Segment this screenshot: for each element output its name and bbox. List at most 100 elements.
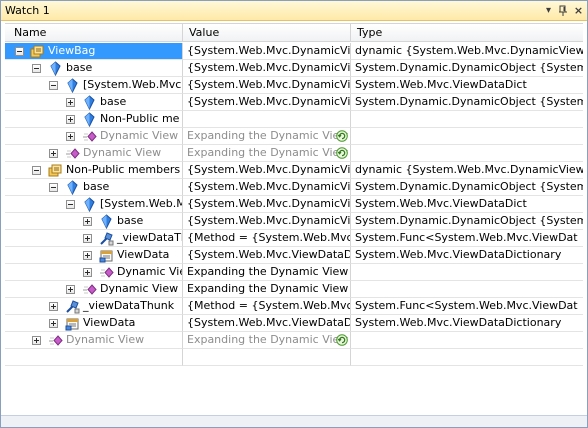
watch-row[interactable]: ViewData {System.Web.Mvc.ViewDataDic Sys…: [5, 315, 583, 332]
row-name: Non-Public me: [100, 112, 180, 125]
type-cell: System.Web.Mvc.ViewDataDictionary: [351, 315, 583, 332]
value-cell[interactable]: {Method = {System.Web.Mvc.V: [183, 298, 351, 315]
value-cell[interactable]: Expanding the Dynamic View: [183, 332, 351, 349]
value-cell[interactable]: {Method = {System.Web.Mvc.V: [183, 230, 351, 247]
row-name: ViewData: [83, 316, 136, 329]
expand-icon[interactable]: [66, 285, 75, 294]
expand-icon[interactable]: [32, 336, 41, 345]
column-header-name[interactable]: Name: [5, 24, 183, 42]
type-cell: dynamic {System.Web.Mvc.DynamicView: [351, 43, 583, 60]
expand-icon[interactable]: [83, 268, 92, 277]
new-watch-name-cell[interactable]: [5, 349, 183, 366]
type-cell: System.Func<System.Web.Mvc.ViewDat: [351, 298, 583, 315]
column-header-type[interactable]: Type: [351, 24, 583, 42]
expand-icon[interactable]: [66, 115, 75, 124]
watch-row[interactable]: base {System.Web.Mvc.DynamicView System.…: [5, 60, 583, 77]
watch-window: Watch 1 ▾ × Name Value Type ViewBag {Sys…: [0, 0, 588, 428]
watch-row[interactable]: Dynamic View Expanding the Dynamic View: [5, 145, 583, 162]
value-cell[interactable]: {System.Web.Mvc.DynamicView: [183, 179, 351, 196]
collapse-icon[interactable]: [49, 81, 58, 90]
watch-row[interactable]: Dynamic View Expanding the Dynamic View: [5, 332, 583, 349]
empty-watch-row[interactable]: [5, 349, 583, 366]
name-cell: Dynamic View: [5, 332, 183, 349]
value-cell[interactable]: {System.Web.Mvc.DynamicView: [183, 196, 351, 213]
watch-row[interactable]: Dynamic View Expanding the Dynamic View: [5, 128, 583, 145]
name-cell: ViewData: [5, 315, 183, 332]
refresh-icon[interactable]: [336, 130, 348, 142]
value-cell[interactable]: [183, 111, 351, 128]
collapse-icon[interactable]: [32, 64, 41, 73]
field-icon: [48, 61, 63, 76]
row-name: Dynamic View: [100, 129, 179, 142]
value-cell[interactable]: {System.Web.Mvc.ViewDataDic: [183, 247, 351, 264]
dynamic-view-icon: [65, 146, 80, 161]
watch-row[interactable]: base {System.Web.Mvc.DynamicView System.…: [5, 179, 583, 196]
watch-row[interactable]: Dynamic View Expanding the Dynamic View …: [5, 281, 583, 298]
field-icon: [82, 197, 97, 212]
value-cell[interactable]: Expanding the Dynamic View: [183, 145, 351, 162]
collapse-icon[interactable]: [49, 183, 58, 192]
collapse-icon[interactable]: [66, 200, 75, 209]
title-bar[interactable]: Watch 1 ▾ ×: [1, 1, 587, 21]
collapse-icon[interactable]: [32, 166, 41, 175]
expand-icon[interactable]: [66, 98, 75, 107]
expand-icon[interactable]: [66, 132, 75, 141]
window-position-dropdown-icon[interactable]: ▾: [542, 4, 555, 17]
row-name: Dynamic View: [83, 146, 162, 159]
expand-icon[interactable]: [49, 149, 58, 158]
row-name: [System.Web.Mvc.: [83, 78, 183, 91]
row-value: Expanding the Dynamic View: [187, 146, 349, 159]
name-cell: _viewDataTh: [5, 230, 183, 247]
watch-row[interactable]: [System.Web.Mvc. {System.Web.Mvc.Dynamic…: [5, 77, 583, 94]
value-cell[interactable]: Expanding the Dynamic View w: [183, 264, 351, 281]
name-cell: base: [5, 179, 183, 196]
new-watch-value-cell: [183, 349, 351, 366]
value-cell[interactable]: {System.Web.Mvc.DynamicView: [183, 77, 351, 94]
name-cell: ViewData: [5, 247, 183, 264]
watch-row[interactable]: _viewDataThunk {Method = {System.Web.Mvc…: [5, 298, 583, 315]
watch-row[interactable]: base {System.Web.Mvc.DynamicView System.…: [5, 94, 583, 111]
row-name: _viewDataThunk: [83, 299, 175, 312]
refresh-icon[interactable]: [336, 334, 348, 346]
row-name: Non-Public members: [66, 163, 181, 176]
value-cell[interactable]: {System.Web.Mvc.DynamicView: [183, 94, 351, 111]
collapse-icon[interactable]: [15, 47, 24, 56]
value-cell[interactable]: {System.Web.Mvc.DynamicView: [183, 162, 351, 179]
value-cell[interactable]: {System.Web.Mvc.ViewDataDic: [183, 315, 351, 332]
value-cell[interactable]: {System.Web.Mvc.DynamicView: [183, 43, 351, 60]
name-cell: Non-Public members: [5, 162, 183, 179]
type-cell: System.Dynamic.DynamicObject {System: [351, 94, 583, 111]
refresh-icon[interactable]: [336, 147, 348, 159]
object-icon: [30, 44, 45, 59]
value-cell[interactable]: Expanding the Dynamic View: [183, 128, 351, 145]
name-cell: [System.Web.M: [5, 196, 183, 213]
column-header: Name Value Type: [5, 23, 583, 42]
value-cell[interactable]: {System.Web.Mvc.DynamicView: [183, 213, 351, 230]
expand-icon[interactable]: [83, 217, 92, 226]
column-header-value[interactable]: Value: [183, 24, 351, 42]
type-cell: [351, 145, 583, 162]
name-cell: base: [5, 213, 183, 230]
watch-row[interactable]: _viewDataTh {Method = {System.Web.Mvc.V …: [5, 230, 583, 247]
expand-icon[interactable]: [49, 302, 58, 311]
type-cell: [351, 128, 583, 145]
watch-row[interactable]: base {System.Web.Mvc.DynamicView System.…: [5, 213, 583, 230]
watch-row[interactable]: Non-Public me: [5, 111, 583, 128]
expand-icon[interactable]: [49, 319, 58, 328]
window-bottom-edge: [1, 415, 587, 427]
watch-row[interactable]: Dynamic Viev Expanding the Dynamic View …: [5, 264, 583, 281]
watch-row[interactable]: Non-Public members {System.Web.Mvc.Dynam…: [5, 162, 583, 179]
new-watch-type-cell: [351, 349, 583, 366]
value-cell[interactable]: Expanding the Dynamic View w: [183, 281, 351, 298]
watch-row[interactable]: ViewBag {System.Web.Mvc.DynamicView dyna…: [5, 43, 583, 60]
property-icon: [99, 248, 114, 263]
field-icon: [99, 214, 114, 229]
auto-hide-pin-icon[interactable]: [557, 4, 570, 17]
watch-row[interactable]: [System.Web.M {System.Web.Mvc.DynamicVie…: [5, 196, 583, 213]
expand-icon[interactable]: [83, 251, 92, 260]
name-cell: Non-Public me: [5, 111, 183, 128]
watch-row[interactable]: ViewData {System.Web.Mvc.ViewDataDic Sys…: [5, 247, 583, 264]
expand-icon[interactable]: [83, 234, 92, 243]
close-icon[interactable]: ×: [572, 4, 585, 17]
value-cell[interactable]: {System.Web.Mvc.DynamicView: [183, 60, 351, 77]
